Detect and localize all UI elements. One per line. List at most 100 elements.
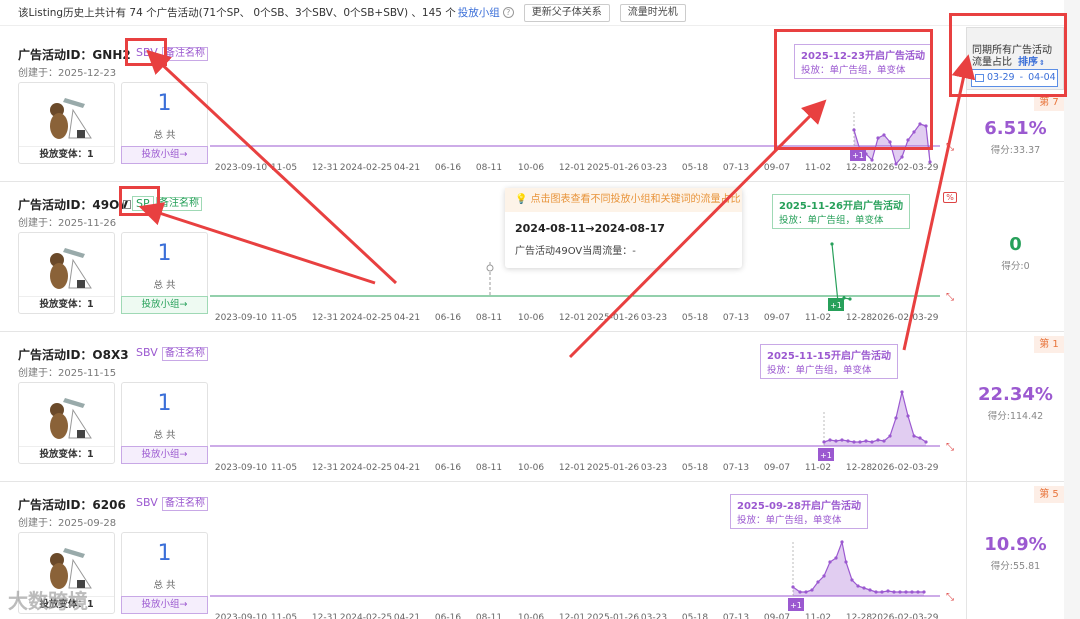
plus-badge-text: +1 (820, 451, 832, 460)
axis-tick-label: 2024-02-25 (340, 313, 392, 323)
axis-tick-label: 11-02 (805, 463, 831, 473)
note-button[interactable]: 备注名称 (162, 347, 208, 361)
traffic-share-value: 0 (1009, 234, 1022, 255)
axis-tick-label: 09-07 (764, 613, 790, 619)
traffic-share-cell: 第 5 10.9% 得分:55.81 (966, 482, 1064, 619)
axis-tick-label: 12-01 (559, 613, 585, 619)
annotation-box-side (949, 13, 1067, 97)
trend-point (852, 440, 856, 444)
created-date: 创建于：2025-09-28 (18, 518, 117, 529)
axis-tick-label: 2025-01-26 (587, 163, 640, 173)
rank-badge: 第 5 (1034, 486, 1064, 503)
variant-card[interactable]: 投放变体：1 (18, 232, 115, 314)
update-parent-child-button[interactable]: 更新父子体关系 (523, 3, 610, 22)
trend-point (858, 440, 862, 444)
trend-point (870, 158, 874, 162)
axis-tick-label: 10-06 (518, 463, 544, 473)
axis-tick-label: 05-18 (682, 313, 708, 323)
callout-sub: 投放：单广告组，单变体 (779, 215, 884, 226)
trend-point (816, 580, 820, 584)
group-count: 1 (157, 91, 172, 116)
axis-tick-label: 2023-09-10 (215, 163, 268, 173)
group-button[interactable]: 投放小组→ (121, 446, 208, 464)
axis-tick-label: 06-16 (435, 313, 461, 323)
trend-point (834, 439, 838, 443)
note-button[interactable]: 备注名称 (162, 497, 208, 511)
axis-tick-label: 2023-09-10 (215, 613, 268, 619)
expand-icon[interactable]: ⤡ (946, 592, 954, 603)
axis-tick-label: 04-21 (394, 613, 420, 619)
tooltip-range: 2024-08-11→2024-08-17 (515, 222, 665, 235)
axis-tick-label: 11-05 (271, 613, 297, 619)
variant-card[interactable]: 投放变体：1 (18, 82, 115, 164)
trend-point (840, 540, 844, 544)
score-value: 得分:114.42 (987, 411, 1044, 422)
note-button[interactable]: 备注名称 (156, 197, 202, 211)
axis-tick-label: 10-06 (518, 313, 544, 323)
created-date: 创建于：2025-12-23 (18, 68, 117, 79)
percent-icon[interactable]: % (943, 192, 957, 203)
callout-title: 2025-11-26开启广告活动 (779, 201, 903, 212)
axis-tick-label: 06-16 (435, 463, 461, 473)
group-button[interactable]: 投放小组→ (121, 296, 208, 314)
axis-tick-label: 12-28 (846, 613, 872, 619)
note-button[interactable]: 备注名称 (162, 47, 208, 61)
axis-tick-label: 11-05 (271, 163, 297, 173)
tooltip-line: 广告活动49OV当周流量：- (515, 246, 636, 257)
created-date: 创建于：2025-11-26 (18, 218, 117, 229)
group-button[interactable]: 投放小组→ (121, 596, 208, 614)
group-count-label: 总 共 (153, 430, 176, 441)
axis-tick-label: 03-23 (641, 313, 667, 323)
tooltip-head: 点击图表查看不同投放小组和关键词的流量占比 (530, 194, 741, 205)
annotation-box-sp (119, 186, 160, 216)
trend-point (906, 414, 910, 418)
traffic-time-machine-button[interactable]: 流量时光机 (619, 3, 686, 22)
top-summary-bar: 该Listing历史上共计有 74 个广告活动(71个SP、 0个SB、3个SB… (0, 0, 1080, 26)
axis-tick-label: 2023-09-10 (215, 313, 268, 323)
expand-icon[interactable]: ⤡ (946, 142, 954, 153)
chart-tooltip: 💡 点击图表查看不同投放小组和关键词的流量占比 2024-08-11→2024-0… (505, 188, 742, 268)
axis-tick-label: 11-05 (271, 463, 297, 473)
trend-area (824, 392, 926, 446)
trend-point (892, 590, 896, 594)
axis-tick-label: 2025-01-26 (587, 463, 640, 473)
axis-tick-label: 07-13 (723, 613, 749, 619)
trend-point (810, 588, 814, 592)
axis-tick-label: 12-28 (846, 463, 872, 473)
axis-tick-label: 04-21 (394, 313, 420, 323)
plus-badge-text: +1 (830, 301, 842, 310)
axis-tick-label: 12-01 (559, 313, 585, 323)
ad-type-tag: SBV (136, 346, 158, 359)
axis-tick-label: 12-01 (559, 463, 585, 473)
trend-point (888, 434, 892, 438)
trend-point (791, 585, 795, 589)
axis-tick-label: 11-02 (805, 613, 831, 619)
trend-point (848, 297, 852, 301)
trend-point (840, 438, 844, 442)
axis-tick-label: 2026-02-03-29 (871, 313, 938, 323)
trend-point (876, 438, 880, 442)
axis-tick-label: 12-01 (559, 163, 585, 173)
trend-point (804, 590, 808, 594)
help-icon[interactable]: ? (502, 7, 514, 18)
group-button[interactable]: 投放小组→ (121, 146, 208, 164)
axis-tick-label: 2025-01-26 (587, 613, 640, 619)
variant-card[interactable]: 投放变体：1 (18, 382, 115, 464)
trend-point (904, 590, 908, 594)
axis-tick-label: 12-28 (846, 313, 872, 323)
axis-tick-label: 06-16 (435, 613, 461, 619)
variant-label: 投放变体：1 (19, 296, 114, 313)
ad-type-tag: SBV (136, 496, 158, 509)
expand-icon[interactable]: ⤡ (946, 442, 954, 453)
score-value: 得分:55.81 (990, 561, 1041, 572)
axis-tick-label: 2026-02-03-29 (871, 613, 938, 619)
axis-tick-label: 03-23 (641, 613, 667, 619)
campaign-id: 广告活动ID：49OV (18, 198, 129, 212)
group-link[interactable]: 投放小组 (458, 5, 500, 20)
traffic-share-value: 22.34% (978, 384, 1053, 405)
variant-label: 投放变体：1 (19, 146, 114, 163)
expand-icon[interactable]: ⤡ (946, 292, 954, 303)
trend-point (828, 560, 832, 564)
axis-tick-label: 12-28 (846, 163, 872, 173)
product-image (39, 88, 97, 142)
